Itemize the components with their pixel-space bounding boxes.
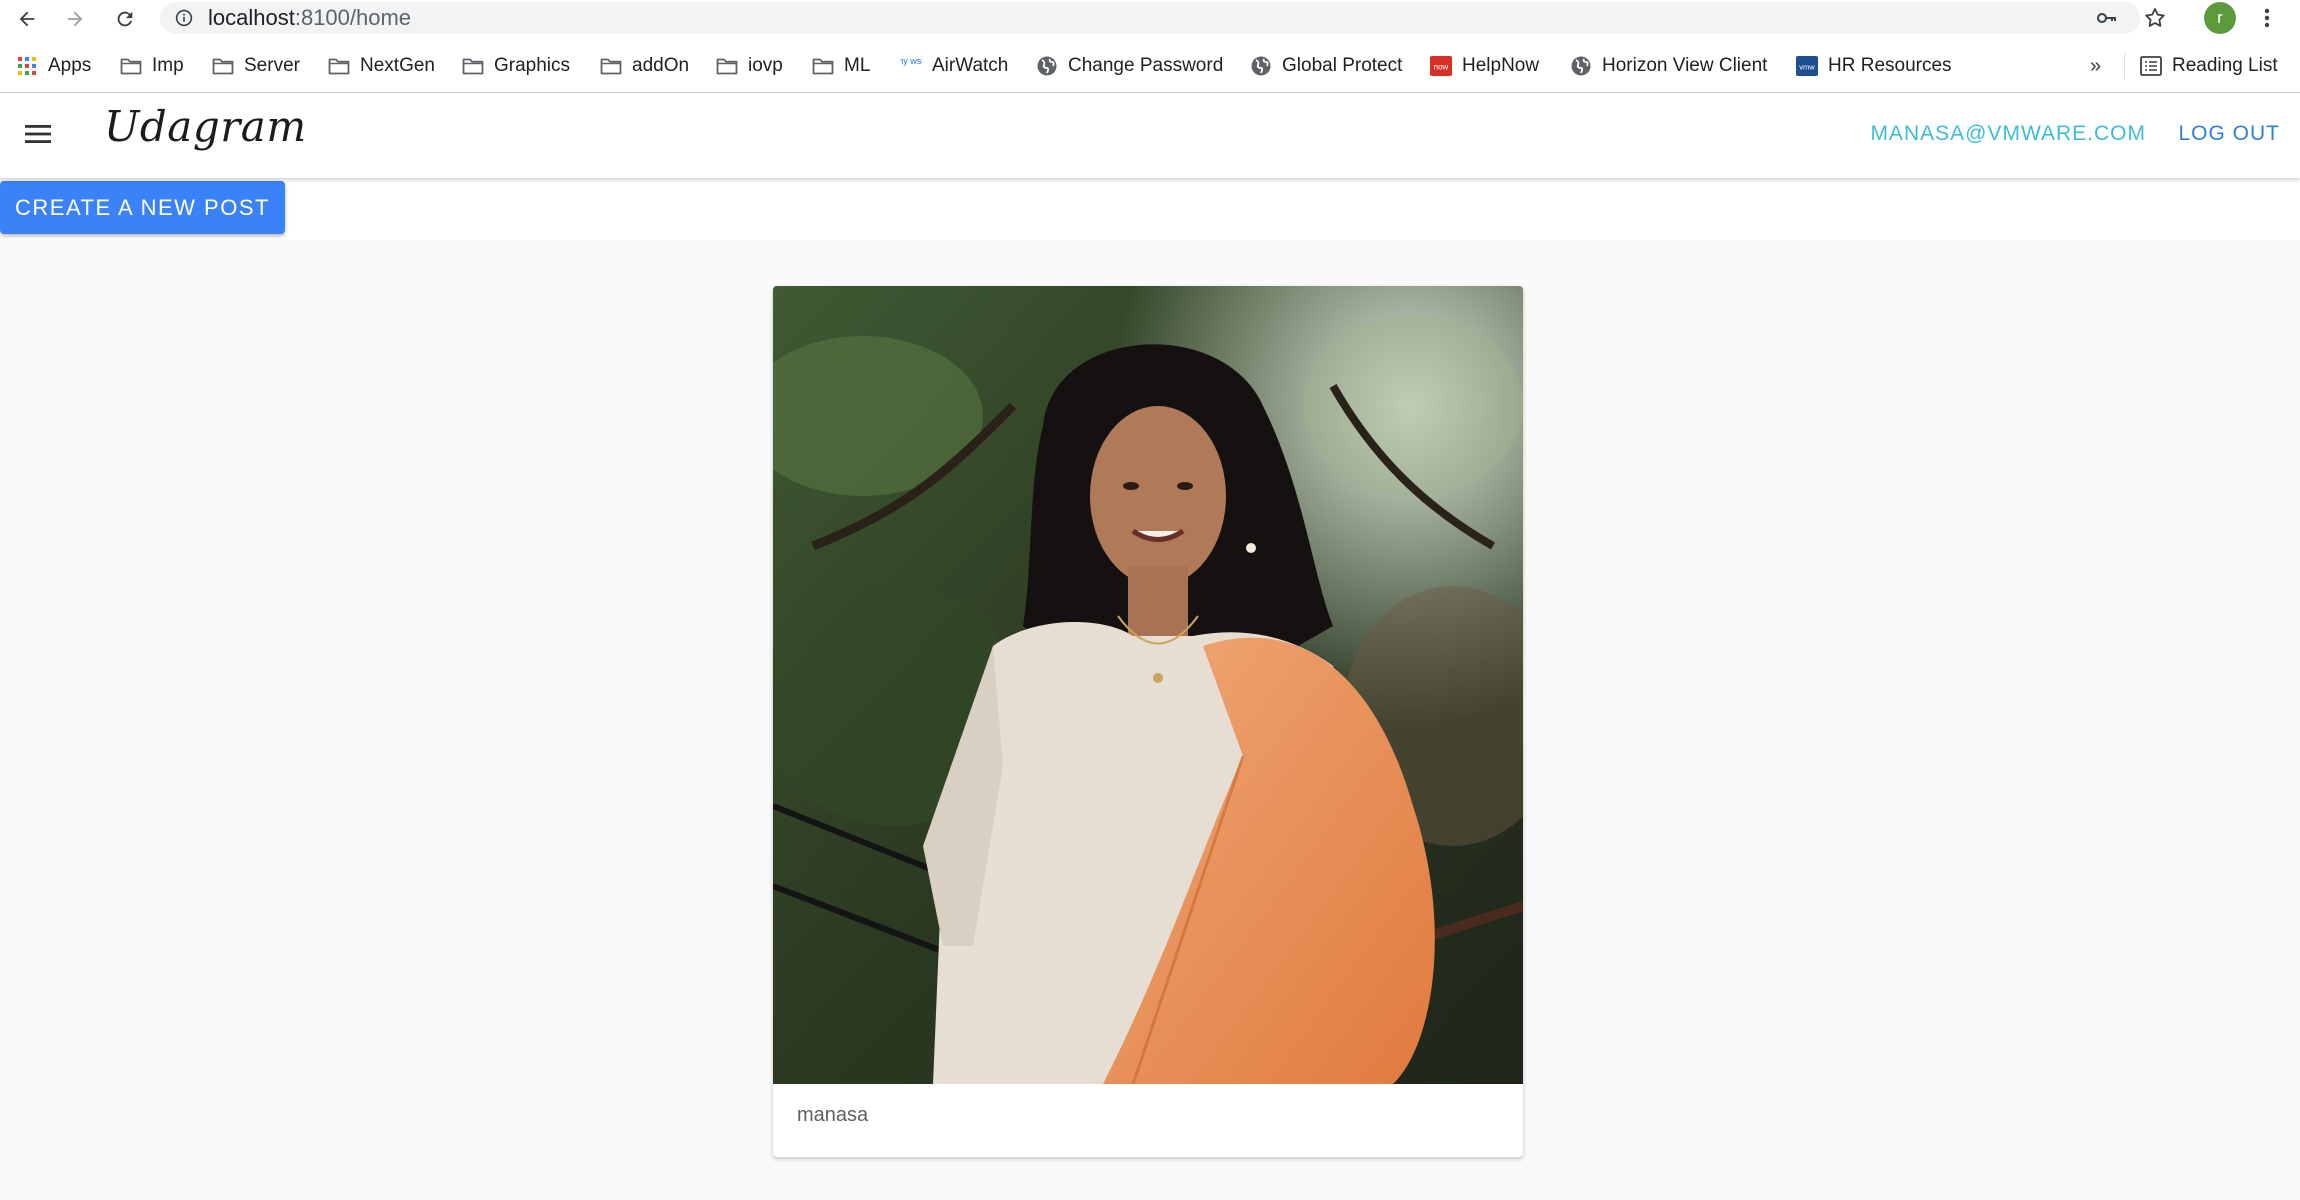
app-brand-logo[interactable]: Udagram: [104, 102, 307, 151]
bookmark-apps[interactable]: Apps: [16, 51, 91, 81]
bookmark-label: NextGen: [360, 55, 435, 76]
bookmark-label: HelpNow: [1462, 55, 1540, 76]
vmw-icon-label: vmw: [1799, 63, 1815, 72]
bookmark-helpnow[interactable]: now HelpNow: [1430, 51, 1539, 81]
profile-avatar[interactable]: r: [2204, 2, 2236, 34]
bookmark-hr-resources[interactable]: vmw HR Resources: [1796, 51, 1952, 81]
user-email-link[interactable]: MANASA@VMWARE.COM: [1870, 122, 2146, 146]
app-toolbar: Udagram MANASA@VMWARE.COM LOG OUT: [0, 94, 2300, 178]
more-vert-icon[interactable]: [2252, 2, 2282, 34]
bookmark-label: addOn: [632, 55, 690, 76]
bookmark-addon[interactable]: addOn: [600, 51, 689, 81]
more-bookmarks-chevron[interactable]: »: [2090, 51, 2101, 81]
create-post-button[interactable]: CREATE A NEW POST: [0, 181, 285, 234]
bookmark-horizon-view-client[interactable]: Horizon View Client: [1570, 51, 1767, 81]
url-path: :8100/home: [294, 5, 412, 30]
folder-icon: [328, 55, 350, 77]
globe-icon: [1036, 55, 1058, 77]
url-host: localhost: [208, 5, 295, 30]
url-bar[interactable]: localhost:8100/home: [160, 2, 2165, 34]
bookmark-label: Global Protect: [1282, 55, 1403, 76]
bookmarks-bar: Apps Imp Server NextGen Graphics addOn i…: [0, 37, 2300, 93]
post-image[interactable]: [773, 286, 1523, 1084]
reading-list-icon: [2140, 55, 2162, 77]
bookmark-change-password[interactable]: Change Password: [1036, 51, 1223, 81]
reading-list-button[interactable]: Reading List: [2140, 51, 2278, 81]
now-icon-label: now: [1434, 63, 1449, 72]
forward-arrow-icon[interactable]: [58, 2, 92, 36]
back-arrow-icon[interactable]: [10, 2, 44, 36]
post-caption: manasa: [797, 1104, 869, 1126]
bookmark-server[interactable]: Server: [212, 51, 300, 81]
now-icon: now: [1430, 55, 1452, 77]
bookmark-label: HR Resources: [1828, 55, 1952, 76]
vmw-icon: vmw: [1796, 55, 1818, 77]
folder-icon: [716, 55, 738, 77]
key-icon[interactable]: [2094, 5, 2120, 31]
bookmark-label: Graphics: [494, 55, 571, 76]
feed-post-card: manasa: [773, 286, 1523, 1157]
bookmark-graphics[interactable]: Graphics: [462, 51, 570, 81]
bookmark-ml[interactable]: ML: [812, 51, 870, 81]
bookmark-nextgen[interactable]: NextGen: [328, 51, 435, 81]
browser-address-bar: localhost:8100/home r: [0, 0, 2300, 37]
reload-icon[interactable]: [108, 2, 142, 36]
reading-list-label: Reading List: [2172, 55, 2278, 76]
star-icon[interactable]: [2142, 5, 2168, 31]
bookmark-label: Horizon View Client: [1602, 55, 1768, 76]
bookmark-label: ML: [844, 55, 871, 76]
bookmark-label: Imp: [152, 55, 184, 76]
folder-icon: [120, 55, 142, 77]
bookmark-airwatch[interactable]: my wso AirWatch: [900, 51, 1008, 81]
bookmarks-divider: [2124, 53, 2125, 79]
mywso-icon-label-my: my wso: [900, 56, 922, 66]
logout-button[interactable]: LOG OUT: [2178, 122, 2280, 146]
globe-icon: [1570, 55, 1592, 77]
folder-icon: [462, 55, 484, 77]
folder-icon: [600, 55, 622, 77]
bookmark-iovp[interactable]: iovp: [716, 51, 783, 81]
bookmark-label: Server: [244, 55, 300, 76]
bookmark-label: Change Password: [1068, 55, 1224, 76]
folder-icon: [212, 55, 234, 77]
folder-icon: [812, 55, 834, 77]
hamburger-menu-icon[interactable]: [20, 116, 56, 152]
bookmark-label: Apps: [48, 55, 92, 76]
globe-icon: [1250, 55, 1272, 77]
mywso-icon: my wso: [900, 55, 922, 77]
bookmark-label: AirWatch: [932, 55, 1009, 76]
bookmark-label: iovp: [748, 55, 783, 76]
apps-grid-icon: [16, 55, 38, 77]
bookmark-imp[interactable]: Imp: [120, 51, 184, 81]
url-text: localhost:8100/home: [208, 2, 411, 34]
info-icon[interactable]: [175, 9, 193, 27]
create-post-bar: CREATE A NEW POST: [0, 178, 2300, 240]
bookmark-global-protect[interactable]: Global Protect: [1250, 51, 1402, 81]
